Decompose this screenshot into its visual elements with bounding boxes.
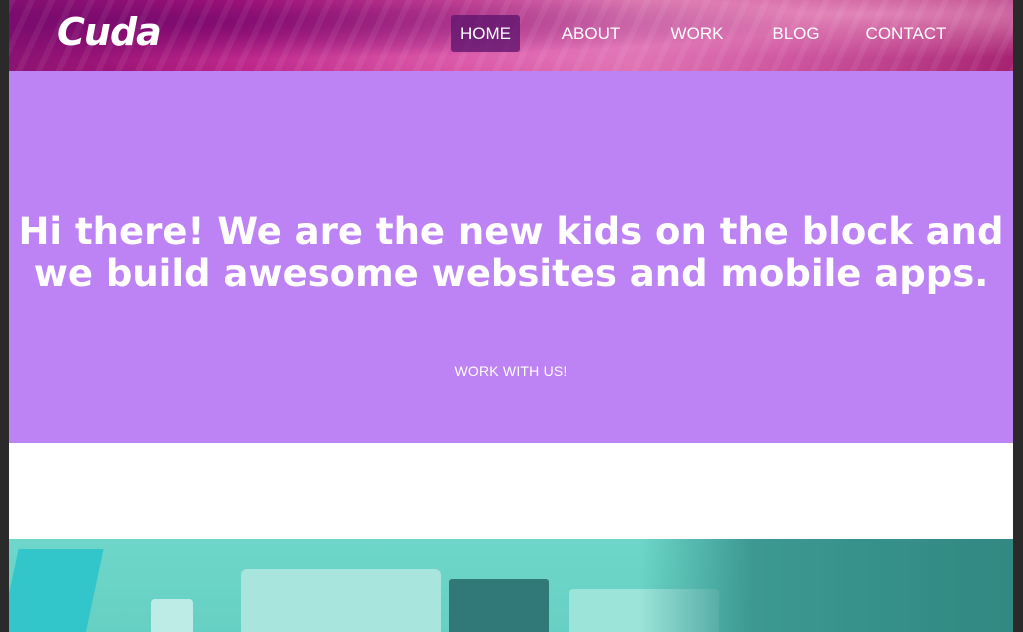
photo-tint-overlay	[9, 539, 1013, 632]
white-band	[9, 443, 1013, 539]
nav-contact[interactable]: CONTACT	[864, 15, 948, 52]
hero-title: Hi there! We are the new kids on the blo…	[18, 210, 1004, 295]
nav-about[interactable]: ABOUT	[556, 15, 626, 52]
nav-home[interactable]: HOME	[451, 15, 520, 52]
nav-work[interactable]: WORK	[664, 15, 730, 52]
main-nav: HOME ABOUT WORK BLOG CONTACT	[9, 15, 1013, 52]
work-with-us-button[interactable]: WORK WITH US!	[448, 361, 573, 381]
hero-section: Hi there! We are the new kids on the blo…	[9, 71, 1013, 443]
page: Cuda HOME ABOUT WORK BLOG CONTACT Hi the…	[9, 0, 1013, 632]
site-header: Cuda HOME ABOUT WORK BLOG CONTACT	[9, 0, 1013, 71]
nav-blog[interactable]: BLOG	[767, 15, 825, 52]
workspace-photo	[9, 539, 1013, 632]
hero-cta-wrapper: WORK WITH US!	[9, 361, 1013, 381]
